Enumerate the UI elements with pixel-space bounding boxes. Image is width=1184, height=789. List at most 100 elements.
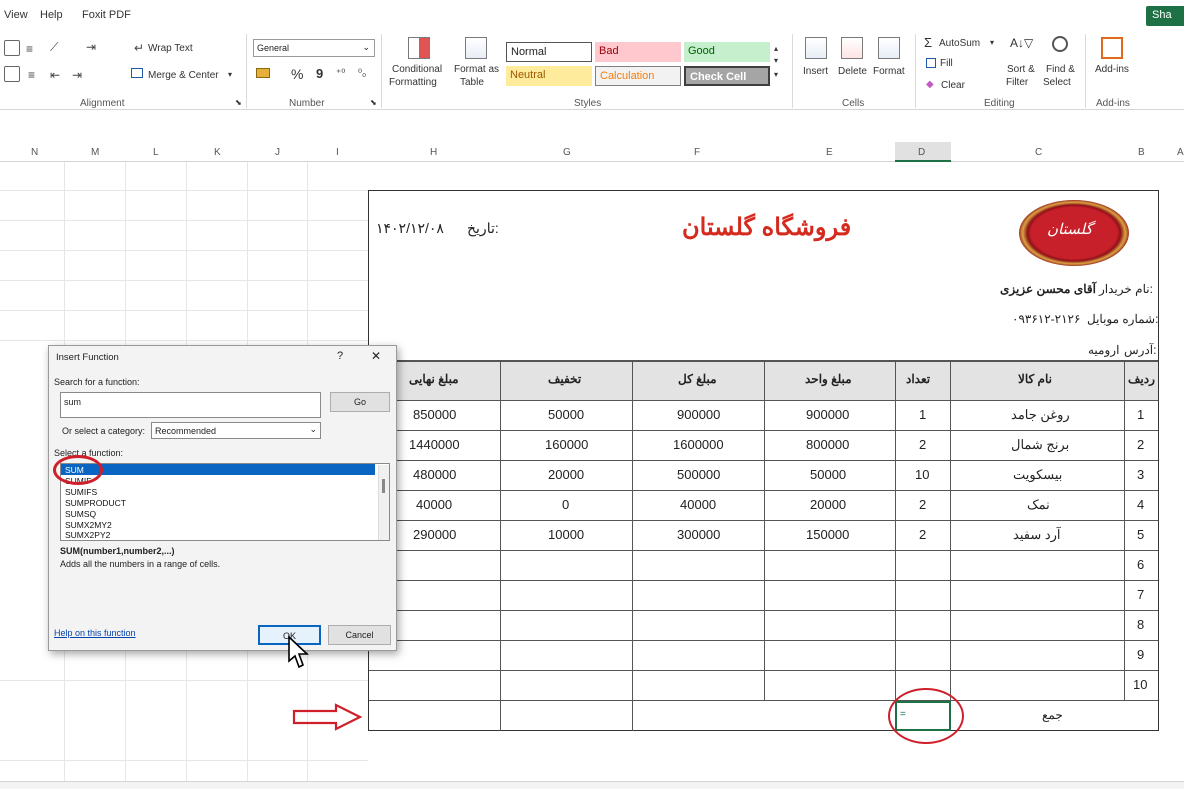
function-item-sumx2my2[interactable]: SUMX2MY2 <box>65 520 112 530</box>
currency-icon[interactable] <box>256 68 270 78</box>
align-top-icon[interactable] <box>4 40 20 56</box>
row-number[interactable]: 9 <box>1137 647 1144 662</box>
discount[interactable]: 50000 <box>548 407 584 422</box>
unit-price[interactable]: 20000 <box>810 497 846 512</box>
style-check-cell[interactable]: Check Cell <box>684 66 770 86</box>
column-header-l[interactable]: L <box>153 147 159 158</box>
unit-price[interactable]: 900000 <box>806 407 849 422</box>
styles-more-icon[interactable]: ▾ <box>774 70 778 79</box>
dialog-close-button[interactable]: ✕ <box>371 349 381 363</box>
column-header-g[interactable]: G <box>563 147 571 158</box>
row-number[interactable]: 8 <box>1137 617 1144 632</box>
row-number[interactable]: 1 <box>1137 407 1144 422</box>
percent-button[interactable]: % <box>291 66 303 82</box>
final-amount[interactable]: 480000 <box>413 467 456 482</box>
autosum-dropdown-icon[interactable]: ▾ <box>990 38 994 47</box>
orientation-icon[interactable]: ⟋ <box>50 40 58 55</box>
menu-view[interactable]: View <box>4 9 28 21</box>
format-as-table-button[interactable]: Format as <box>454 64 499 75</box>
column-header-c[interactable]: C <box>1035 147 1042 158</box>
menu-foxit-pdf[interactable]: Foxit PDF <box>82 9 131 21</box>
row-number[interactable]: 2 <box>1137 437 1144 452</box>
column-header-m[interactable]: M <box>91 147 99 158</box>
wrap-text-button[interactable]: Wrap Text <box>148 43 193 54</box>
style-calculation[interactable]: Calculation <box>595 66 681 86</box>
find-select-button[interactable]: Find & <box>1046 64 1075 75</box>
column-header-d-selected[interactable]: D <box>918 147 925 158</box>
conditional-formatting-label2[interactable]: Formatting <box>389 77 437 88</box>
column-header-b[interactable]: B <box>1138 147 1145 158</box>
unit-price[interactable]: 50000 <box>810 467 846 482</box>
quantity[interactable]: 2 <box>919 497 926 512</box>
quantity[interactable]: 1 <box>919 407 926 422</box>
discount[interactable]: 160000 <box>545 437 588 452</box>
quantity[interactable]: 10 <box>915 467 929 482</box>
row-number[interactable]: 4 <box>1137 497 1144 512</box>
function-item-sumproduct[interactable]: SUMPRODUCT <box>65 498 126 508</box>
alignment-launcher-icon[interactable]: ⬊ <box>235 98 242 107</box>
delete-button[interactable]: Delete <box>838 66 867 77</box>
column-header-i[interactable]: I <box>336 147 339 158</box>
total[interactable]: 500000 <box>677 467 720 482</box>
menu-help[interactable]: Help <box>40 9 63 21</box>
conditional-formatting-button[interactable]: Conditional <box>392 64 442 75</box>
align-center-icon[interactable]: ≡ <box>28 68 35 82</box>
search-function-input[interactable]: sum <box>60 392 321 418</box>
share-button[interactable]: Sha <box>1146 6 1184 26</box>
clear-button[interactable]: Clear <box>941 80 965 91</box>
quantity[interactable]: 2 <box>919 527 926 542</box>
increase-indent-icon[interactable]: ⇥ <box>72 68 82 82</box>
styles-scroll-down-icon[interactable]: ▾ <box>774 56 778 65</box>
total[interactable]: 900000 <box>677 407 720 422</box>
total[interactable]: 40000 <box>680 497 716 512</box>
insert-button[interactable]: Insert <box>803 66 828 77</box>
column-header-n[interactable]: N <box>31 147 38 158</box>
row-number[interactable]: 5 <box>1137 527 1144 542</box>
merge-center-button[interactable]: Merge & Center <box>148 70 219 81</box>
scrollbar-thumb[interactable] <box>382 479 385 493</box>
comma-style-button[interactable]: 9 <box>316 66 323 81</box>
item-name[interactable]: نمک <box>1027 497 1050 513</box>
sort-filter-button[interactable]: Sort & <box>1007 64 1035 75</box>
final-amount[interactable]: 850000 <box>413 407 456 422</box>
align-left-icon[interactable] <box>4 66 20 82</box>
indent-icon[interactable]: ⇥ <box>86 40 96 54</box>
number-format-select[interactable]: General ⌄ <box>253 39 375 57</box>
increase-decimal-icon[interactable]: ⁺⁰ <box>336 68 345 79</box>
style-bad[interactable]: Bad <box>595 42 681 62</box>
row-number[interactable]: 3 <box>1137 467 1144 482</box>
final-amount[interactable]: 290000 <box>413 527 456 542</box>
style-good[interactable]: Good <box>684 42 770 62</box>
column-header-f[interactable]: F <box>694 147 700 158</box>
function-item-sumx2py2[interactable]: SUMX2PY2 <box>65 530 110 540</box>
category-select[interactable]: Recommended ⌄ <box>151 422 321 439</box>
add-ins-button[interactable]: Add-ins <box>1095 64 1129 75</box>
item-name[interactable]: برنج شمال <box>1011 437 1069 453</box>
discount[interactable]: 20000 <box>548 467 584 482</box>
item-name[interactable]: روغن جامد <box>1011 407 1070 423</box>
help-on-function-link[interactable]: Help on this function <box>54 628 136 638</box>
sort-filter-label2[interactable]: Filter <box>1006 77 1028 88</box>
fill-button[interactable]: Fill <box>940 58 953 69</box>
discount[interactable]: 10000 <box>548 527 584 542</box>
total[interactable]: 300000 <box>677 527 720 542</box>
column-header-a[interactable]: A <box>1177 147 1184 158</box>
autosum-button[interactable]: AutoSum <box>939 38 980 49</box>
item-name[interactable]: آرد سفید <box>1013 527 1061 543</box>
cancel-button[interactable]: Cancel <box>328 625 391 645</box>
column-header-j[interactable]: J <box>275 147 280 158</box>
final-amount[interactable]: 40000 <box>416 497 452 512</box>
find-select-label2[interactable]: Select <box>1043 77 1071 88</box>
function-item-sumifs[interactable]: SUMIFS <box>65 487 97 497</box>
final-amount[interactable]: 1440000 <box>409 437 460 452</box>
column-header-k[interactable]: K <box>214 147 221 158</box>
decrease-decimal-icon[interactable]: ⁰₀ <box>358 68 366 79</box>
format-button[interactable]: Format <box>873 66 905 77</box>
function-item-sumsq[interactable]: SUMSQ <box>65 509 96 519</box>
quantity[interactable]: 2 <box>919 437 926 452</box>
go-button[interactable]: Go <box>330 392 390 412</box>
style-neutral[interactable]: Neutral <box>506 66 592 86</box>
decrease-indent-icon[interactable]: ⇤ <box>50 68 60 82</box>
format-as-table-label2[interactable]: Table <box>460 77 484 88</box>
item-name[interactable]: بیسکویت <box>1013 467 1062 483</box>
